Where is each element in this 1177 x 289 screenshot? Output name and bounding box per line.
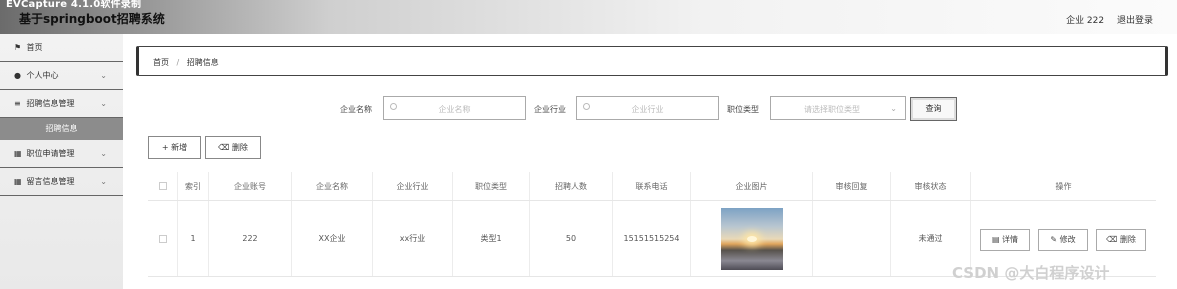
cell-count: 50 (530, 201, 613, 276)
cell-industry: xx行业 (373, 201, 453, 276)
cell-company: XX企业 (292, 201, 373, 276)
sidebar-item-label: 职位申请管理 (26, 149, 75, 158)
capture-label: EVCapture 4.1.0软件录制 (6, 0, 142, 10)
company-image (720, 207, 783, 270)
top-bar: EVCapture 4.1.0软件录制 基于springboot招聘系统 企业 … (0, 0, 1177, 34)
row-delete-button-label: 删除 (1119, 235, 1136, 244)
position-type-label: 职位类型 (727, 105, 759, 114)
home-icon: ⚑ (14, 43, 22, 52)
chevron-down-icon: ⌄ (890, 104, 897, 113)
column-header: 企业行业 (373, 172, 453, 200)
table-header: 索引 企业账号 企业名称 企业行业 职位类型 招聘人数 联系电话 企业图片 审核… (148, 172, 1156, 201)
breadcrumb-current: 招聘信息 (186, 58, 219, 67)
delete-button-label: 删除 (231, 143, 248, 152)
cell-type: 类型1 (453, 201, 530, 276)
delete-button[interactable]: ⌫ 删除 (205, 136, 261, 159)
industry-input[interactable]: 企业行业 (576, 96, 719, 120)
trash-icon: ⌫ (218, 143, 232, 152)
chevron-down-icon: ⌄ (100, 149, 107, 158)
sidebar-item-label: 个人中心 (26, 71, 59, 80)
breadcrumb-separator: / (176, 58, 180, 67)
user-area: 企业 222 退出登录 (1056, 13, 1153, 26)
column-header: 职位类型 (453, 172, 530, 200)
edit-button[interactable]: ✎ 修改 (1038, 229, 1088, 251)
cell-phone: 15151515254 (613, 201, 691, 276)
cell-image (691, 201, 813, 276)
system-title: 基于springboot招聘系统 (19, 12, 165, 26)
column-header: 企业账号 (209, 172, 292, 200)
chevron-down-icon: ⌄ (100, 99, 107, 108)
row-checkbox[interactable] (158, 234, 167, 243)
detail-icon: ▤ (991, 235, 1003, 244)
pencil-icon: ✎ (1050, 235, 1060, 244)
column-header: 招聘人数 (530, 172, 613, 200)
column-header: 企业名称 (292, 172, 373, 200)
row-checkbox-cell (148, 201, 178, 276)
sidebar-item-label: 首页 (26, 43, 43, 52)
sidebar-item-messages[interactable]: ▦ 留言信息管理 ⌄ (0, 168, 123, 196)
breadcrumb: 首页 / 招聘信息 (136, 46, 1168, 76)
sidebar-item-label: 留言信息管理 (26, 177, 75, 186)
query-button[interactable]: 查询 (910, 97, 957, 121)
detail-button-label: 详情 (1002, 235, 1019, 244)
row-delete-button[interactable]: ⌫ 删除 (1096, 229, 1146, 251)
chevron-down-icon: ⌄ (100, 177, 107, 186)
company-name-label: 企业名称 (340, 105, 372, 114)
sidebar-subitem-job-info[interactable]: 招聘信息 (0, 118, 123, 140)
sidebar-item-job-info[interactable]: ≡ 招聘信息管理 ⌄ (0, 90, 123, 118)
column-header: 索引 (178, 172, 209, 200)
sidebar: ⚑ 首页 ● 个人中心 ⌄ ≡ 招聘信息管理 ⌄ 招聘信息 ▦ 职位申请管理 ⌄… (0, 34, 123, 289)
header-checkbox-cell (148, 172, 178, 200)
edit-button-label: 修改 (1059, 235, 1076, 244)
column-header: 审核状态 (891, 172, 971, 200)
cell-index: 1 (178, 201, 209, 276)
trash-icon: ⌫ (1106, 235, 1120, 244)
column-header: 操作 (1055, 181, 1072, 191)
column-header: 联系电话 (613, 172, 691, 200)
detail-button[interactable]: ▤ 详情 (980, 229, 1030, 251)
industry-placeholder: 企业行业 (631, 105, 664, 114)
company-name-placeholder: 企业名称 (438, 105, 471, 114)
breadcrumb-home[interactable]: 首页 (153, 58, 169, 67)
industry-label: 企业行业 (534, 105, 566, 114)
user-icon: ● (14, 71, 21, 80)
sidebar-item-applications[interactable]: ▦ 职位申请管理 ⌄ (0, 140, 123, 168)
position-type-placeholder: 请选择职位类型 (804, 105, 860, 114)
user-name: 企业 222 (1066, 16, 1105, 26)
sidebar-item-label: 招聘信息管理 (26, 99, 75, 108)
position-type-select[interactable]: 请选择职位类型 ⌄ (770, 96, 906, 120)
column-header: 企业图片 (691, 172, 813, 200)
add-button[interactable]: + 新增 (148, 136, 201, 159)
column-header: 审核回复 (813, 172, 891, 200)
chevron-down-icon: ⌄ (100, 71, 107, 80)
cell-account: 222 (209, 201, 292, 276)
sidebar-item-personal-center[interactable]: ● 个人中心 ⌄ (0, 62, 123, 90)
watermark: CSDN @大白程序设计 (952, 264, 1110, 282)
select-all-checkbox[interactable] (158, 182, 167, 190)
cell-reply (813, 201, 891, 276)
logout-link[interactable]: 退出登录 (1117, 16, 1153, 26)
list-icon: ≡ (14, 99, 21, 108)
sidebar-item-home[interactable]: ⚑ 首页 (0, 34, 123, 62)
grid-icon: ▦ (14, 149, 22, 158)
grid-icon: ▦ (14, 177, 22, 186)
company-name-input[interactable]: 企业名称 (383, 96, 526, 120)
